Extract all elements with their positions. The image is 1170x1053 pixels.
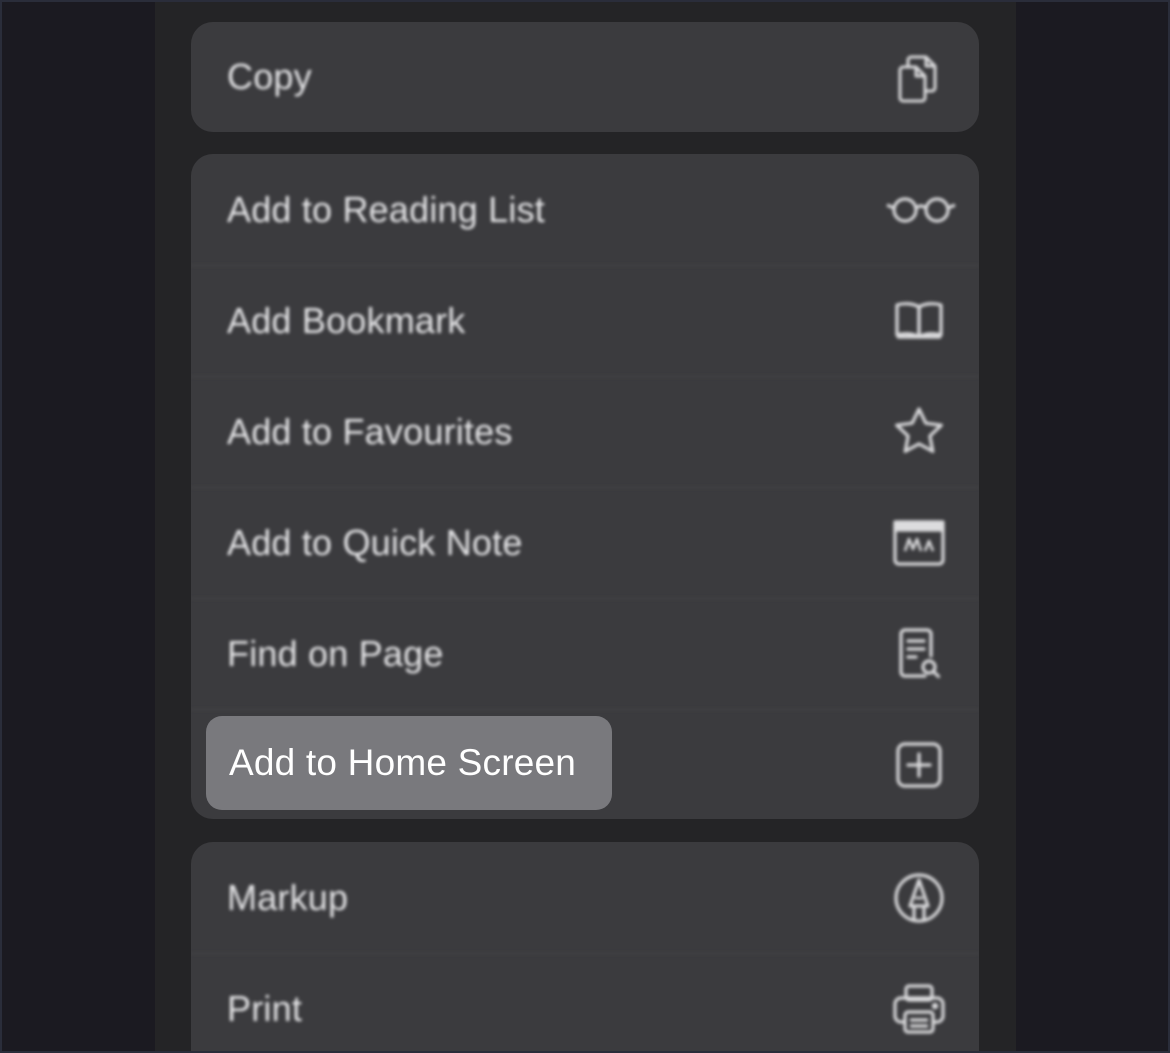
star-icon xyxy=(889,402,949,462)
menu-item-find-on-page[interactable]: Find on Page xyxy=(191,598,979,709)
menu-item-label: Add to Quick Note xyxy=(227,521,523,563)
menu-item-label: Copy xyxy=(227,56,312,97)
menu-item-add-to-reading-list[interactable]: Add to Reading List xyxy=(191,154,979,265)
highlight-label: Add to Home Screen xyxy=(229,742,577,783)
action-group-copy: Copy xyxy=(191,22,979,132)
menu-item-add-to-quick-note[interactable]: Add to Quick Note xyxy=(191,487,979,598)
markup-pen-icon xyxy=(889,868,949,928)
menu-item-label: Add to Reading List xyxy=(227,188,546,230)
menu-item-label: Markup xyxy=(227,876,349,918)
menu-item-label: Find on Page xyxy=(227,632,444,674)
menu-item-print[interactable]: Print xyxy=(191,953,979,1053)
printer-icon xyxy=(889,979,949,1039)
menu-item-add-to-favourites[interactable]: Add to Favourites xyxy=(191,376,979,487)
menu-item-markup[interactable]: Markup xyxy=(191,842,979,953)
action-group-tools: Markup Print xyxy=(191,842,979,1053)
menu-item-add-bookmark[interactable]: Add Bookmark xyxy=(191,265,979,376)
menu-item-label: Add Bookmark xyxy=(227,299,466,341)
highlighted-menu-label[interactable]: Add to Home Screen xyxy=(206,716,612,810)
book-icon xyxy=(889,291,949,351)
copy-icon xyxy=(889,47,949,107)
find-document-icon xyxy=(889,624,949,684)
menu-item-copy[interactable]: Copy xyxy=(191,22,979,132)
glasses-icon xyxy=(883,180,959,240)
menu-item-label: Add to Favourites xyxy=(227,410,513,452)
menu-item-label: Print xyxy=(227,987,303,1029)
plus-square-icon xyxy=(889,735,949,795)
quick-note-icon xyxy=(889,513,949,573)
